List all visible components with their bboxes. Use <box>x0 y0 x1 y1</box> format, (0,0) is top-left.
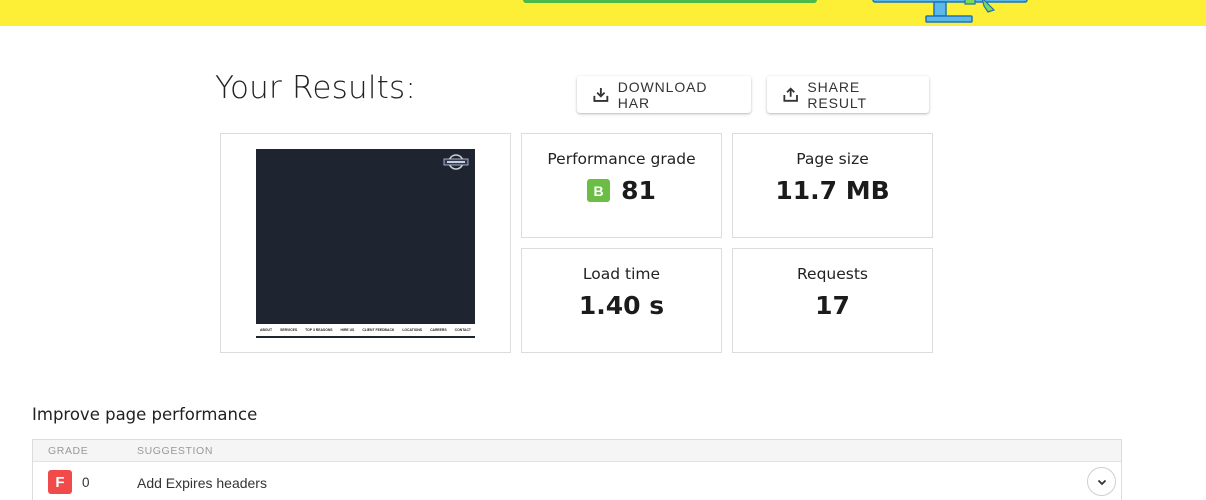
performance-grade-card: Performance grade B 81 <box>521 133 722 238</box>
suggestions-table: GRADE SUGGESTION F 0 Add Expires headers <box>32 439 1122 500</box>
grade-b-badge: B <box>587 179 611 202</box>
performance-score: 81 <box>621 176 656 205</box>
screenshot-nav-item: CONTACT <box>454 328 471 332</box>
share-result-button[interactable]: SHARE RESULT <box>767 76 929 113</box>
page-size-value: 11.7 MB <box>775 176 890 205</box>
grade-f-badge: F <box>48 470 72 494</box>
load-time-label: Load time <box>582 265 661 283</box>
screenshot-nav-item: CLIENT FEEDBACK <box>362 328 395 332</box>
expand-row-button[interactable] <box>1087 467 1116 496</box>
table-header: GRADE SUGGESTION <box>33 440 1121 462</box>
performance-grade-label: Performance grade <box>547 150 696 168</box>
chevron-down-icon <box>1097 479 1106 485</box>
requests-label: Requests <box>796 265 869 283</box>
page-title: Your Results: <box>215 70 417 106</box>
computer-illustration-icon <box>872 0 1028 23</box>
requests-card: Requests 17 <box>732 248 933 353</box>
share-icon <box>783 87 798 102</box>
performance-grade-value-row: B 81 <box>587 176 656 205</box>
screenshot-nav-item: LOCATIONS <box>402 328 423 332</box>
grade-column-header: GRADE <box>48 445 89 457</box>
suggestion-column-header: SUGGESTION <box>137 445 214 457</box>
download-har-label: DOWNLOAD HAR <box>617 78 708 111</box>
row-suggestion: Add Expires headers <box>137 475 267 491</box>
requests-value: 17 <box>815 291 850 320</box>
screenshot-nav-item: TOP 3 REASONS <box>305 328 333 332</box>
screenshot-nav-item: ABOUT <box>260 328 273 332</box>
share-result-label: SHARE RESULT <box>807 78 867 111</box>
row-score: 0 <box>82 475 90 490</box>
top-banner <box>0 0 1206 26</box>
site-logo-icon <box>443 154 469 170</box>
page-screenshot-card: ABOUT SERVICES TOP 3 REASONS HIRE US CLI… <box>220 133 511 353</box>
page-size-label: Page size <box>796 150 869 168</box>
load-time-value: 1.40 s <box>578 291 665 320</box>
screenshot-nav-item: SERVICES <box>280 328 298 332</box>
banner-button-edge[interactable] <box>523 0 817 3</box>
page-screenshot-thumbnail: ABOUT SERVICES TOP 3 REASONS HIRE US CLI… <box>256 149 475 338</box>
screenshot-nav-item: HIRE US <box>340 328 355 332</box>
improve-section-title: Improve page performance <box>32 405 258 424</box>
download-icon <box>593 88 609 102</box>
load-time-card: Load time 1.40 s <box>521 248 722 353</box>
page-size-card: Page size 11.7 MB <box>732 133 933 238</box>
download-har-button[interactable]: DOWNLOAD HAR <box>577 76 751 113</box>
screenshot-nav-item: CAREERS <box>430 328 447 332</box>
table-row[interactable]: F 0 Add Expires headers <box>33 462 1121 500</box>
screenshot-nav-bar: ABOUT SERVICES TOP 3 REASONS HIRE US CLI… <box>256 324 475 338</box>
